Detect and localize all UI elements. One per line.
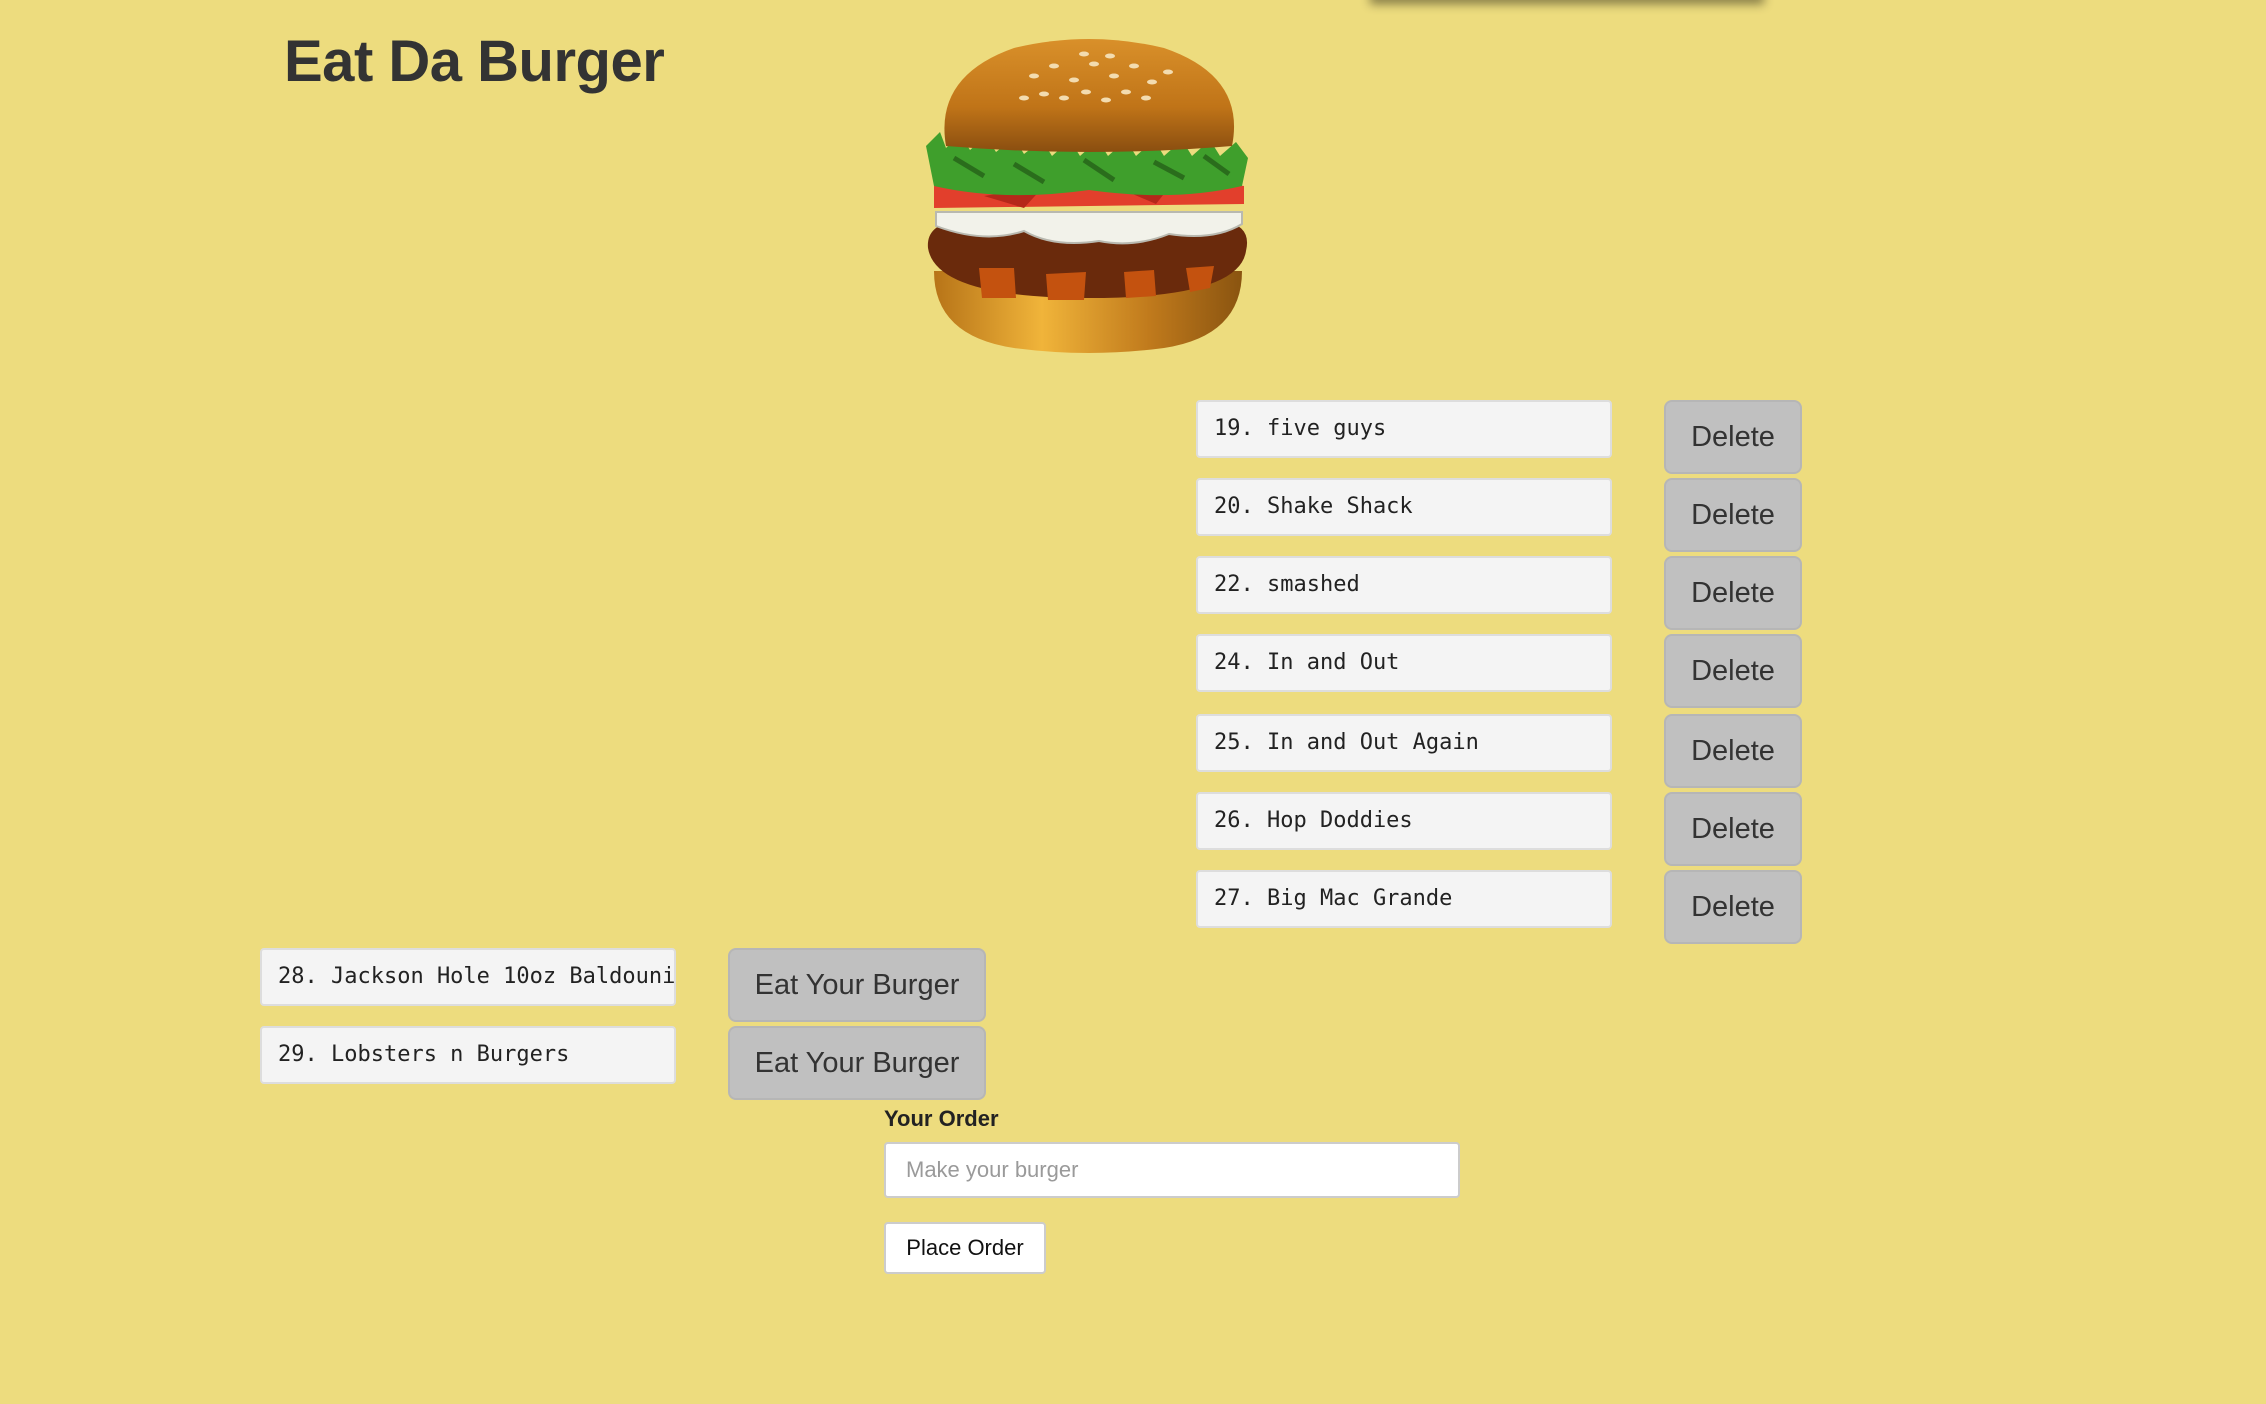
delete-button[interactable]: Delete (1664, 792, 1802, 866)
delete-button[interactable]: Delete (1664, 714, 1802, 788)
devoured-item: 25. In and Out Again (1196, 714, 1612, 772)
burger-item: 29. Lobsters n Burgers (260, 1026, 676, 1084)
devoured-item: 26. Hop Doddies (1196, 792, 1612, 850)
eat-burger-button[interactable]: Eat Your Burger (728, 948, 986, 1022)
devoured-item: 27. Big Mac Grande (1196, 870, 1612, 928)
devoured-item: 24. In and Out (1196, 634, 1612, 692)
delete-button[interactable]: Delete (1664, 478, 1802, 552)
delete-button[interactable]: Delete (1664, 634, 1802, 708)
burger-item: 28. Jackson Hole 10oz Baldouni (260, 948, 676, 1006)
place-order-button[interactable]: Place Order (884, 1222, 1046, 1274)
devoured-item: 20. Shake Shack (1196, 478, 1612, 536)
delete-button[interactable]: Delete (1664, 556, 1802, 630)
devoured-item: 22. smashed (1196, 556, 1612, 614)
devoured-item: 19. five guys (1196, 400, 1612, 458)
delete-button[interactable]: Delete (1664, 400, 1802, 474)
page-title: Eat Da Burger (284, 29, 665, 94)
delete-button[interactable]: Delete (1664, 870, 1802, 944)
burger-image (926, 39, 1248, 353)
eat-burger-button[interactable]: Eat Your Burger (728, 1026, 986, 1100)
order-label: Your Order (884, 1106, 999, 1131)
burger-name-input[interactable] (884, 1142, 1460, 1198)
